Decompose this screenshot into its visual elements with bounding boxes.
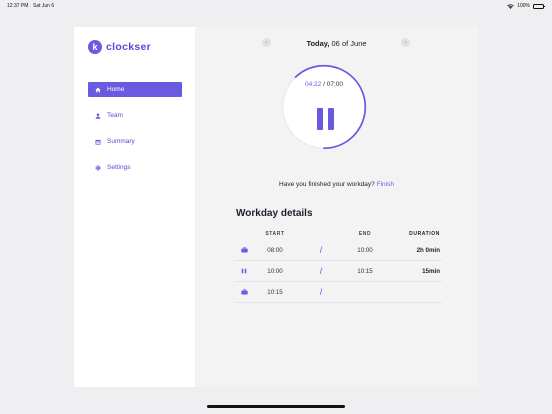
calendar-icon bbox=[95, 139, 101, 145]
finish-prompt: Have you finished your workday? Finish bbox=[195, 181, 478, 188]
status-bar: 12:37 PM Sat Jun 6 100% bbox=[0, 0, 552, 12]
sidebar-item-settings[interactable]: Settings bbox=[88, 160, 182, 175]
table-row[interactable]: 10:15 / bbox=[234, 282, 442, 303]
pause-icon bbox=[316, 108, 323, 130]
timer-ring: 04:22 / 07:00 bbox=[281, 64, 367, 150]
chevron-right-icon: › bbox=[404, 39, 407, 46]
app-window: k clockser Home Team Summary Settings ‹ … bbox=[74, 27, 478, 387]
briefcase-icon bbox=[240, 247, 248, 253]
day-date: 06 of June bbox=[331, 39, 367, 48]
row-start: 08:00 bbox=[267, 246, 283, 254]
row-separator: / bbox=[319, 266, 323, 276]
sidebar-item-label: Home bbox=[107, 86, 125, 93]
wifi-icon bbox=[507, 3, 514, 9]
logo-mark: k bbox=[88, 40, 102, 54]
logo: k clockser bbox=[88, 40, 151, 54]
sidebar-item-label: Team bbox=[107, 112, 123, 119]
col-end: END bbox=[358, 231, 372, 237]
workday-details-title: Workday details bbox=[236, 208, 313, 219]
row-start: 10:15 bbox=[267, 288, 283, 296]
sidebar-item-label: Summary bbox=[107, 138, 135, 145]
sidebar-item-team[interactable]: Team bbox=[88, 108, 182, 123]
row-end: 10:15 bbox=[357, 267, 373, 275]
battery-icon bbox=[533, 3, 545, 9]
row-separator: / bbox=[319, 287, 323, 297]
finish-question: Have you finished your workday? bbox=[279, 181, 375, 188]
pause-icon-bar bbox=[327, 108, 334, 130]
status-date: Sat Jun 6 bbox=[33, 3, 55, 9]
next-day-button[interactable]: › bbox=[401, 38, 410, 47]
row-end: 10:00 bbox=[357, 246, 373, 254]
progress-ring bbox=[281, 64, 367, 150]
row-duration: 2h 0min bbox=[416, 246, 440, 254]
workday-table: START END DURATION 08:00 / 10:00 2h 0min… bbox=[234, 228, 442, 303]
status-right: 100% bbox=[507, 3, 545, 9]
row-duration: 15min bbox=[422, 267, 440, 275]
status-time: 12:37 PM bbox=[7, 3, 29, 9]
sidebar-nav: Home Team Summary Settings bbox=[88, 82, 182, 186]
battery-percent: 100% bbox=[517, 3, 530, 9]
day-header: Today, 06 of June bbox=[195, 39, 478, 48]
sidebar: k clockser Home Team Summary Settings bbox=[74, 27, 195, 387]
main-panel: ‹ Today, 06 of June › 04:22 / 07:00 Have… bbox=[195, 27, 478, 387]
table-header: START END DURATION bbox=[234, 228, 442, 240]
briefcase-icon bbox=[240, 289, 248, 295]
timer-total: 07:00 bbox=[326, 81, 343, 88]
col-start: START bbox=[265, 231, 285, 237]
finish-link[interactable]: Finish bbox=[377, 181, 394, 188]
row-separator: / bbox=[319, 245, 323, 255]
timer-readout: 04:22 / 07:00 bbox=[281, 81, 367, 88]
day-prefix: Today, bbox=[306, 39, 330, 48]
table-row[interactable]: 08:00 / 10:00 2h 0min bbox=[234, 240, 442, 261]
logo-text: clockser bbox=[106, 41, 152, 53]
sidebar-item-label: Settings bbox=[107, 164, 131, 171]
sidebar-item-summary[interactable]: Summary bbox=[88, 134, 182, 149]
table-row[interactable]: 10:00 / 10:15 15min bbox=[234, 261, 442, 282]
person-icon bbox=[95, 112, 101, 119]
sidebar-item-home[interactable]: Home bbox=[88, 82, 182, 97]
pause-icon bbox=[241, 268, 247, 274]
home-indicator[interactable] bbox=[207, 405, 345, 408]
col-duration: DURATION bbox=[409, 231, 440, 237]
timer-elapsed: 04:22 bbox=[305, 81, 322, 88]
pause-button[interactable] bbox=[314, 108, 336, 130]
gear-icon bbox=[95, 164, 101, 171]
row-start: 10:00 bbox=[267, 267, 283, 275]
home-icon bbox=[95, 87, 101, 92]
